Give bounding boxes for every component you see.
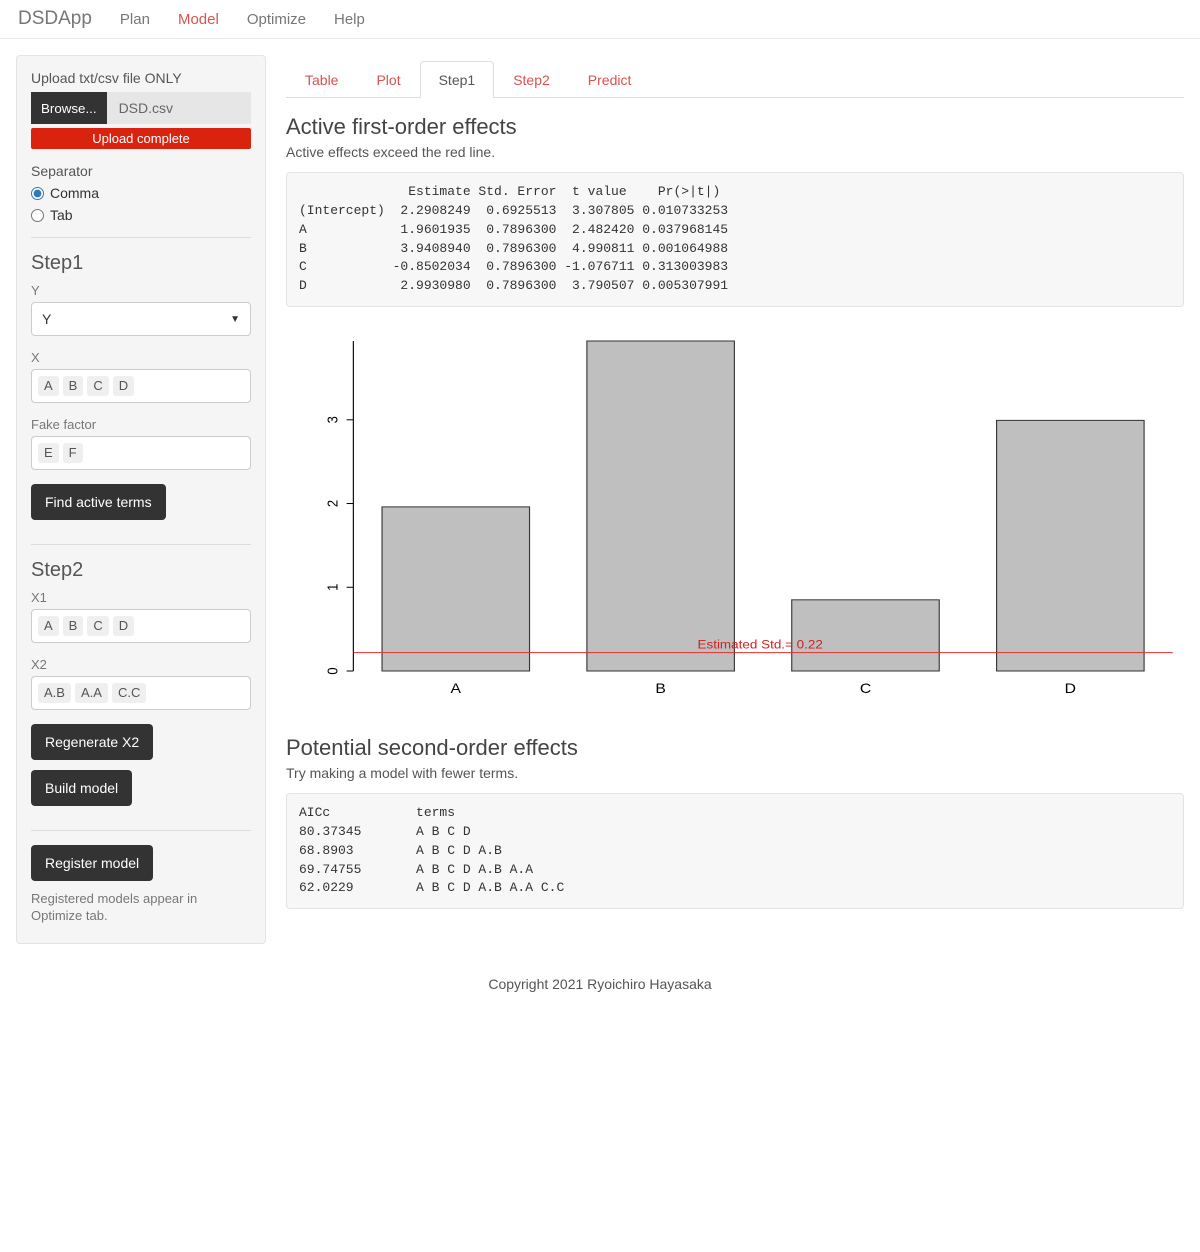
nav-plan[interactable]: Plan <box>120 11 150 28</box>
x1-tag[interactable]: B <box>63 616 84 636</box>
divider <box>31 830 251 831</box>
x-label: X <box>31 350 251 365</box>
upload-row: Browse... DSD.csv <box>31 92 251 124</box>
svg-text:A: A <box>451 682 462 697</box>
browse-button[interactable]: Browse... <box>31 92 107 124</box>
effects-bar-chart: 0 1 2 3 A B C D Estimated Std.= 0.22 <box>286 331 1184 711</box>
svg-text:1: 1 <box>324 584 341 591</box>
sep-tab-row[interactable]: Tab <box>31 207 251 223</box>
x-tag[interactable]: A <box>38 376 59 396</box>
sidebar-panel: Upload txt/csv file ONLY Browse... DSD.c… <box>16 55 266 944</box>
content-tabs: Table Plot Step1 Step2 Predict <box>286 61 1184 98</box>
y-select[interactable]: Y ▼ <box>31 302 251 336</box>
chevron-down-icon: ▼ <box>230 314 240 325</box>
uploaded-file-name: DSD.csv <box>107 92 251 124</box>
content-area: Table Plot Step1 Step2 Predict Active fi… <box>286 55 1184 933</box>
x-tag[interactable]: D <box>113 376 134 396</box>
svg-text:2: 2 <box>324 500 341 507</box>
x2-tag[interactable]: A.B <box>38 683 71 703</box>
second-order-title: Potential second-order effects <box>286 735 1184 761</box>
step1-heading: Step1 <box>31 252 251 275</box>
x2-tag[interactable]: A.A <box>75 683 108 703</box>
tab-predict[interactable]: Predict <box>569 61 651 98</box>
x1-tag[interactable]: A <box>38 616 59 636</box>
nav-help[interactable]: Help <box>334 11 365 28</box>
tab-plot[interactable]: Plot <box>357 61 419 98</box>
sep-comma-label: Comma <box>50 185 99 201</box>
x2-tag[interactable]: C.C <box>112 683 146 703</box>
first-order-subtitle: Active effects exceed the red line. <box>286 144 1184 160</box>
sep-comma-radio[interactable] <box>31 187 44 200</box>
footer-copyright: Copyright 2021 Ryoichiro Hayasaka <box>0 960 1200 1016</box>
divider <box>31 237 251 238</box>
x2-input[interactable]: A.B A.A C.C <box>31 676 251 710</box>
register-model-button[interactable]: Register model <box>31 845 153 881</box>
x1-tag[interactable]: D <box>113 616 134 636</box>
fake-tag[interactable]: E <box>38 443 59 463</box>
build-model-button[interactable]: Build model <box>31 770 132 806</box>
tab-table[interactable]: Table <box>286 61 357 98</box>
fake-factor-label: Fake factor <box>31 417 251 432</box>
x-input[interactable]: A B C D <box>31 369 251 403</box>
x-tag[interactable]: C <box>87 376 108 396</box>
x-tag[interactable]: B <box>63 376 84 396</box>
y-select-value: Y <box>42 311 51 327</box>
sep-tab-label: Tab <box>50 207 73 223</box>
regenerate-x2-button[interactable]: Regenerate X2 <box>31 724 153 760</box>
svg-text:D: D <box>1065 682 1077 697</box>
find-active-terms-button[interactable]: Find active terms <box>31 484 166 520</box>
separator-label: Separator <box>31 163 251 179</box>
first-order-title: Active first-order effects <box>286 114 1184 140</box>
x1-label: X1 <box>31 590 251 605</box>
upload-progress-bar: Upload complete <box>31 128 251 149</box>
svg-text:0: 0 <box>324 667 341 675</box>
first-order-table: Estimate Std. Error t value Pr(>|t|) (In… <box>286 172 1184 307</box>
sep-comma-row[interactable]: Comma <box>31 185 251 201</box>
x1-input[interactable]: A B C D <box>31 609 251 643</box>
y-label: Y <box>31 283 251 298</box>
tab-step2[interactable]: Step2 <box>494 61 569 98</box>
step2-heading: Step2 <box>31 559 251 582</box>
second-order-table: AICc terms 80.37345 A B C D 68.8903 A B … <box>286 793 1184 909</box>
divider <box>31 544 251 545</box>
sep-tab-radio[interactable] <box>31 209 44 222</box>
app-brand: DSDApp <box>18 8 92 30</box>
svg-text:B: B <box>655 682 666 697</box>
upload-label: Upload txt/csv file ONLY <box>31 70 251 86</box>
tab-step1[interactable]: Step1 <box>420 61 495 98</box>
fake-tag[interactable]: F <box>63 443 83 463</box>
second-order-subtitle: Try making a model with fewer terms. <box>286 765 1184 781</box>
register-help-text: Registered models appear in Optimize tab… <box>31 891 251 925</box>
x2-label: X2 <box>31 657 251 672</box>
svg-text:C: C <box>860 682 872 697</box>
fake-factor-input[interactable]: E F <box>31 436 251 470</box>
navbar: DSDApp Plan Model Optimize Help <box>0 0 1200 39</box>
x1-tag[interactable]: C <box>87 616 108 636</box>
nav-model[interactable]: Model <box>178 11 219 28</box>
svg-text:3: 3 <box>324 416 341 424</box>
nav-optimize[interactable]: Optimize <box>247 11 306 28</box>
svg-text:Estimated Std.= 0.22: Estimated Std.= 0.22 <box>698 637 823 651</box>
